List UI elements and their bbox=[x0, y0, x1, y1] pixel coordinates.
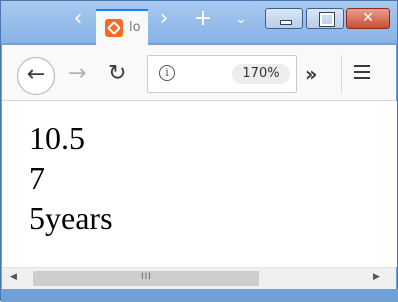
tab-active[interactable]: lo bbox=[96, 9, 148, 45]
content-line: 5years bbox=[29, 200, 113, 236]
tab-scroll-left-icon[interactable]: ‹ bbox=[67, 8, 89, 30]
info-icon[interactable]: i bbox=[159, 65, 175, 81]
new-tab-button[interactable]: + bbox=[191, 8, 215, 30]
navigation-toolbar: ← → ↻ i 170% ›› bbox=[2, 45, 396, 101]
scroll-right-arrow-icon[interactable]: ▶ bbox=[373, 272, 380, 282]
url-bar[interactable]: i 170% bbox=[147, 55, 297, 93]
menu-line bbox=[354, 77, 370, 79]
window-bottom-border bbox=[1, 289, 398, 302]
double-chevron-right-icon: ›› bbox=[305, 62, 318, 86]
hamburger-menu-button[interactable] bbox=[354, 65, 370, 83]
zoom-level-badge[interactable]: 170% bbox=[232, 64, 290, 84]
forward-button[interactable]: → bbox=[68, 61, 86, 87]
scroll-left-arrow-icon[interactable]: ◀ bbox=[10, 272, 17, 282]
list-all-tabs-icon[interactable]: ⌄ bbox=[229, 9, 253, 29]
menu-line bbox=[354, 65, 370, 67]
minimize-icon bbox=[266, 9, 302, 28]
tab-scroll-right-icon[interactable]: › bbox=[153, 8, 175, 30]
browser-window: ‹ lo › + ⌄ ✕ ← → ↻ i 170% ›› 10.5 7 5yea… bbox=[0, 0, 398, 302]
back-button[interactable]: ← bbox=[17, 57, 55, 95]
right-edge bbox=[388, 101, 397, 267]
page-content: 10.5 7 5years bbox=[2, 101, 388, 267]
menu-line bbox=[354, 71, 370, 73]
title-bar: ‹ lo › + ⌄ ✕ bbox=[1, 1, 397, 45]
maximize-button[interactable] bbox=[306, 8, 344, 29]
reload-icon: ↻ bbox=[108, 61, 127, 86]
reload-button[interactable]: ↻ bbox=[108, 61, 126, 87]
minimize-button[interactable] bbox=[265, 8, 303, 29]
content-line: 7 bbox=[29, 160, 45, 196]
horizontal-scrollbar[interactable]: ◀ III ▶ bbox=[2, 267, 396, 289]
arrow-left-icon: ← bbox=[26, 62, 46, 87]
toolbar-separator bbox=[341, 55, 342, 93]
toolbar-overflow-button[interactable]: ›› bbox=[305, 62, 318, 86]
close-icon: ✕ bbox=[362, 10, 374, 26]
maximize-icon bbox=[307, 9, 343, 28]
scrollbar-grip-icon: III bbox=[141, 272, 152, 282]
xampp-icon bbox=[105, 19, 123, 37]
scrollbar-thumb[interactable]: III bbox=[33, 271, 259, 286]
close-button[interactable]: ✕ bbox=[346, 8, 390, 29]
arrow-right-icon: → bbox=[68, 61, 87, 86]
tab-title: lo bbox=[129, 20, 141, 35]
content-line: 10.5 bbox=[29, 120, 85, 156]
